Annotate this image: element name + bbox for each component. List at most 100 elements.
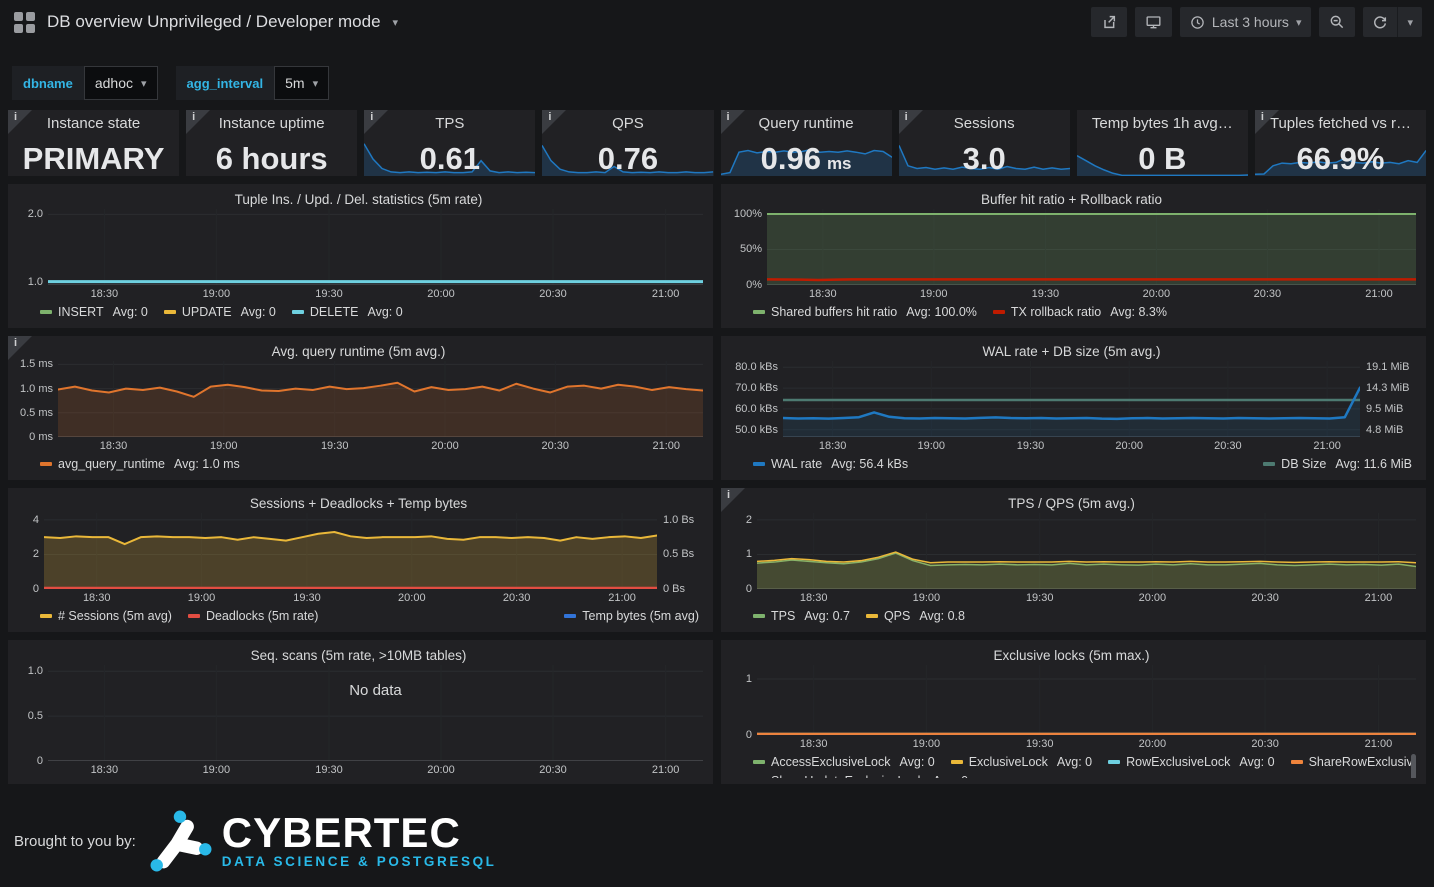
variable-dbname-caret-icon: ▾ xyxy=(141,77,147,90)
tv-mode-button[interactable] xyxy=(1135,7,1172,37)
variable-agg-interval-caret-icon: ▾ xyxy=(313,77,319,90)
legend-item-shared-buffers-hit-ratio[interactable]: Shared buffers hit ratioAvg: 100.0% xyxy=(753,305,977,319)
refresh-button[interactable] xyxy=(1363,7,1397,37)
legend-item-delete[interactable]: DELETEAvg: 0 xyxy=(292,305,403,319)
stat-title: Tuples fetched vs r… xyxy=(1255,115,1426,132)
legend-scrollbar[interactable] xyxy=(1411,754,1416,778)
panel-info-icon[interactable]: i xyxy=(899,110,923,134)
legend-item-shareupdateexclusivelock[interactable]: ShareUpdateExclusiveLockAvg: 0 xyxy=(753,774,968,779)
legend-item-temp-bytes-5m-avg[interactable]: Temp bytes (5m avg) xyxy=(564,609,699,623)
chart-title[interactable]: TPS / QPS (5m avg.) xyxy=(727,492,1416,513)
variable-dbname-value[interactable]: adhoc ▾ xyxy=(84,66,158,100)
chart-plot[interactable] xyxy=(783,361,1360,437)
chart-title[interactable]: Buffer hit ratio + Rollback ratio xyxy=(727,188,1416,209)
x-axis: 18:3019:0019:3020:0020:3021:00 xyxy=(757,589,1416,606)
chart-plot[interactable] xyxy=(767,209,1416,285)
time-range-caret-icon: ▾ xyxy=(1296,16,1302,29)
chart-plot[interactable] xyxy=(757,513,1416,589)
legend-item-exclusivelock[interactable]: ExclusiveLockAvg: 0 xyxy=(951,755,1092,769)
panel-info-icon[interactable]: i xyxy=(364,110,388,134)
legend: TPSAvg: 0.7 QPSAvg: 0.8 xyxy=(727,606,1416,626)
header: DB overview Unprivileged / Developer mod… xyxy=(0,0,1434,44)
chart-panel-tps-qps: iTPS / QPS (5m avg.)21018:3019:0019:3020… xyxy=(721,488,1426,632)
chart-panel-exclusive-locks: Exclusive locks (5m max.)1018:3019:0019:… xyxy=(721,640,1426,784)
legend-item-accessexclusivelock[interactable]: AccessExclusiveLockAvg: 0 xyxy=(753,755,935,769)
legend-swatch xyxy=(292,310,304,314)
chart-title[interactable]: Tuple Ins. / Upd. / Del. statistics (5m … xyxy=(14,188,703,209)
chart-plot[interactable]: No data xyxy=(48,665,703,761)
stat-panel-tps: iTPS0.61 xyxy=(364,110,535,176)
footer: Brought to you by: CYBERTEC DATA SCIENCE… xyxy=(0,784,1434,872)
legend-item-sessions-5m-avg[interactable]: # Sessions (5m avg) xyxy=(40,609,172,623)
panel-info-icon[interactable]: i xyxy=(186,110,210,134)
legend-item-update[interactable]: UPDATEAvg: 0 xyxy=(164,305,276,319)
legend-swatch xyxy=(188,614,200,618)
legend-item-wal-rate[interactable]: WAL rateAvg: 56.4 kBs xyxy=(753,457,908,471)
panel-info-icon[interactable]: i xyxy=(8,110,32,134)
clock-icon xyxy=(1190,15,1205,30)
stat-panel-instance-state: iInstance statePRIMARY xyxy=(8,110,179,176)
time-range-picker[interactable]: Last 3 hours ▾ xyxy=(1180,7,1312,37)
variable-dbname: dbname adhoc ▾ xyxy=(12,66,158,100)
chart-panel-tuple-stats: Tuple Ins. / Upd. / Del. statistics (5m … xyxy=(8,184,713,328)
chart-plot[interactable] xyxy=(44,513,657,589)
legend-swatch xyxy=(993,310,1005,314)
chart-title[interactable]: Seq. scans (5m rate, >10MB tables) xyxy=(14,644,703,665)
legend-item-avg-query-runtime[interactable]: avg_query_runtimeAvg: 1.0 ms xyxy=(40,457,240,471)
stat-value: 3.0 xyxy=(899,143,1070,176)
legend-item-tps[interactable]: TPSAvg: 0.7 xyxy=(753,609,850,623)
grafana-menu-icon[interactable] xyxy=(14,12,35,33)
panel-info-icon[interactable]: i xyxy=(8,336,32,360)
legend-swatch xyxy=(40,462,52,466)
legend-swatch xyxy=(1263,462,1275,466)
panel-info-icon[interactable]: i xyxy=(721,488,745,512)
stat-panel-temp-bytes-1h-avg: Temp bytes 1h avg…0 B xyxy=(1077,110,1248,176)
variable-agg-interval: agg_interval 5m ▾ xyxy=(176,66,330,100)
title-caret-icon[interactable]: ▾ xyxy=(393,16,399,29)
refresh-icon xyxy=(1372,14,1388,30)
refresh-caret-icon: ▾ xyxy=(1407,16,1413,29)
legend-item-insert[interactable]: INSERTAvg: 0 xyxy=(40,305,148,319)
legend-item-tx-rollback-ratio[interactable]: TX rollback ratioAvg: 8.3% xyxy=(993,305,1167,319)
legend-item-deadlocks-5m-rate[interactable]: Deadlocks (5m rate) xyxy=(188,609,319,623)
submenu: dbname adhoc ▾ agg_interval 5m ▾ xyxy=(0,44,1434,110)
variable-agg-interval-value[interactable]: 5m ▾ xyxy=(274,66,329,100)
zoom-out-button[interactable] xyxy=(1319,7,1355,37)
legend-item-qps[interactable]: QPSAvg: 0.8 xyxy=(866,609,965,623)
legend-item-db-size[interactable]: DB SizeAvg: 11.6 MiB xyxy=(1263,457,1412,471)
cybertec-logo-subtitle: DATA SCIENCE & POSTGRESQL xyxy=(222,854,497,869)
x-axis: 18:3019:0019:3020:0020:3021:00 xyxy=(48,285,703,302)
legend-swatch xyxy=(40,310,52,314)
stat-panel-instance-uptime: iInstance uptime6 hours xyxy=(186,110,357,176)
stat-value: 0.96ms xyxy=(721,143,892,176)
charts-grid: Tuple Ins. / Upd. / Del. statistics (5m … xyxy=(8,184,1426,784)
panel-info-icon[interactable]: i xyxy=(1255,110,1279,134)
stat-title: Temp bytes 1h avg… xyxy=(1077,115,1248,132)
stat-value: 0.76 xyxy=(542,143,713,176)
chart-title[interactable]: WAL rate + DB size (5m avg.) xyxy=(727,340,1416,361)
chart-plot[interactable] xyxy=(757,665,1416,735)
chart-panel-buffer-hit-ratio: Buffer hit ratio + Rollback ratio100%50%… xyxy=(721,184,1426,328)
legend: INSERTAvg: 0 UPDATEAvg: 0 DELETEAvg: 0 xyxy=(14,302,703,322)
variable-dbname-current: adhoc xyxy=(95,75,133,91)
chart-title[interactable]: Sessions + Deadlocks + Temp bytes xyxy=(14,492,703,513)
stats-row: iInstance statePRIMARYiInstance uptime6 … xyxy=(8,110,1426,176)
legend: avg_query_runtimeAvg: 1.0 ms xyxy=(14,454,703,474)
chart-title[interactable]: Avg. query runtime (5m avg.) xyxy=(14,340,703,361)
dashboard-title[interactable]: DB overview Unprivileged / Developer mod… xyxy=(47,12,381,32)
stat-value: 0.61 xyxy=(364,143,535,176)
y-axis-right: 19.1 MiB14.3 MiB9.5 MiB4.8 MiB xyxy=(1360,361,1416,437)
chart-plot[interactable] xyxy=(48,209,703,285)
panel-info-icon[interactable]: i xyxy=(542,110,566,134)
legend-item-rowexclusivelock[interactable]: RowExclusiveLockAvg: 0 xyxy=(1108,755,1274,769)
panel-info-icon[interactable]: i xyxy=(721,110,745,134)
share-button[interactable] xyxy=(1091,7,1127,37)
chart-plot[interactable] xyxy=(58,361,703,437)
legend-swatch xyxy=(753,462,765,466)
stat-panel-query-runtime: iQuery runtime0.96ms xyxy=(721,110,892,176)
legend-swatch xyxy=(753,310,765,314)
legend-item-sharerowexclusivelock[interactable]: ShareRowExclusiveLockAvg: 0 xyxy=(1291,755,1416,769)
chart-panel-sessions-deadlocks: Sessions + Deadlocks + Temp bytes4201.0 … xyxy=(8,488,713,632)
chart-title[interactable]: Exclusive locks (5m max.) xyxy=(727,644,1416,665)
refresh-interval-caret[interactable]: ▾ xyxy=(1398,7,1422,37)
